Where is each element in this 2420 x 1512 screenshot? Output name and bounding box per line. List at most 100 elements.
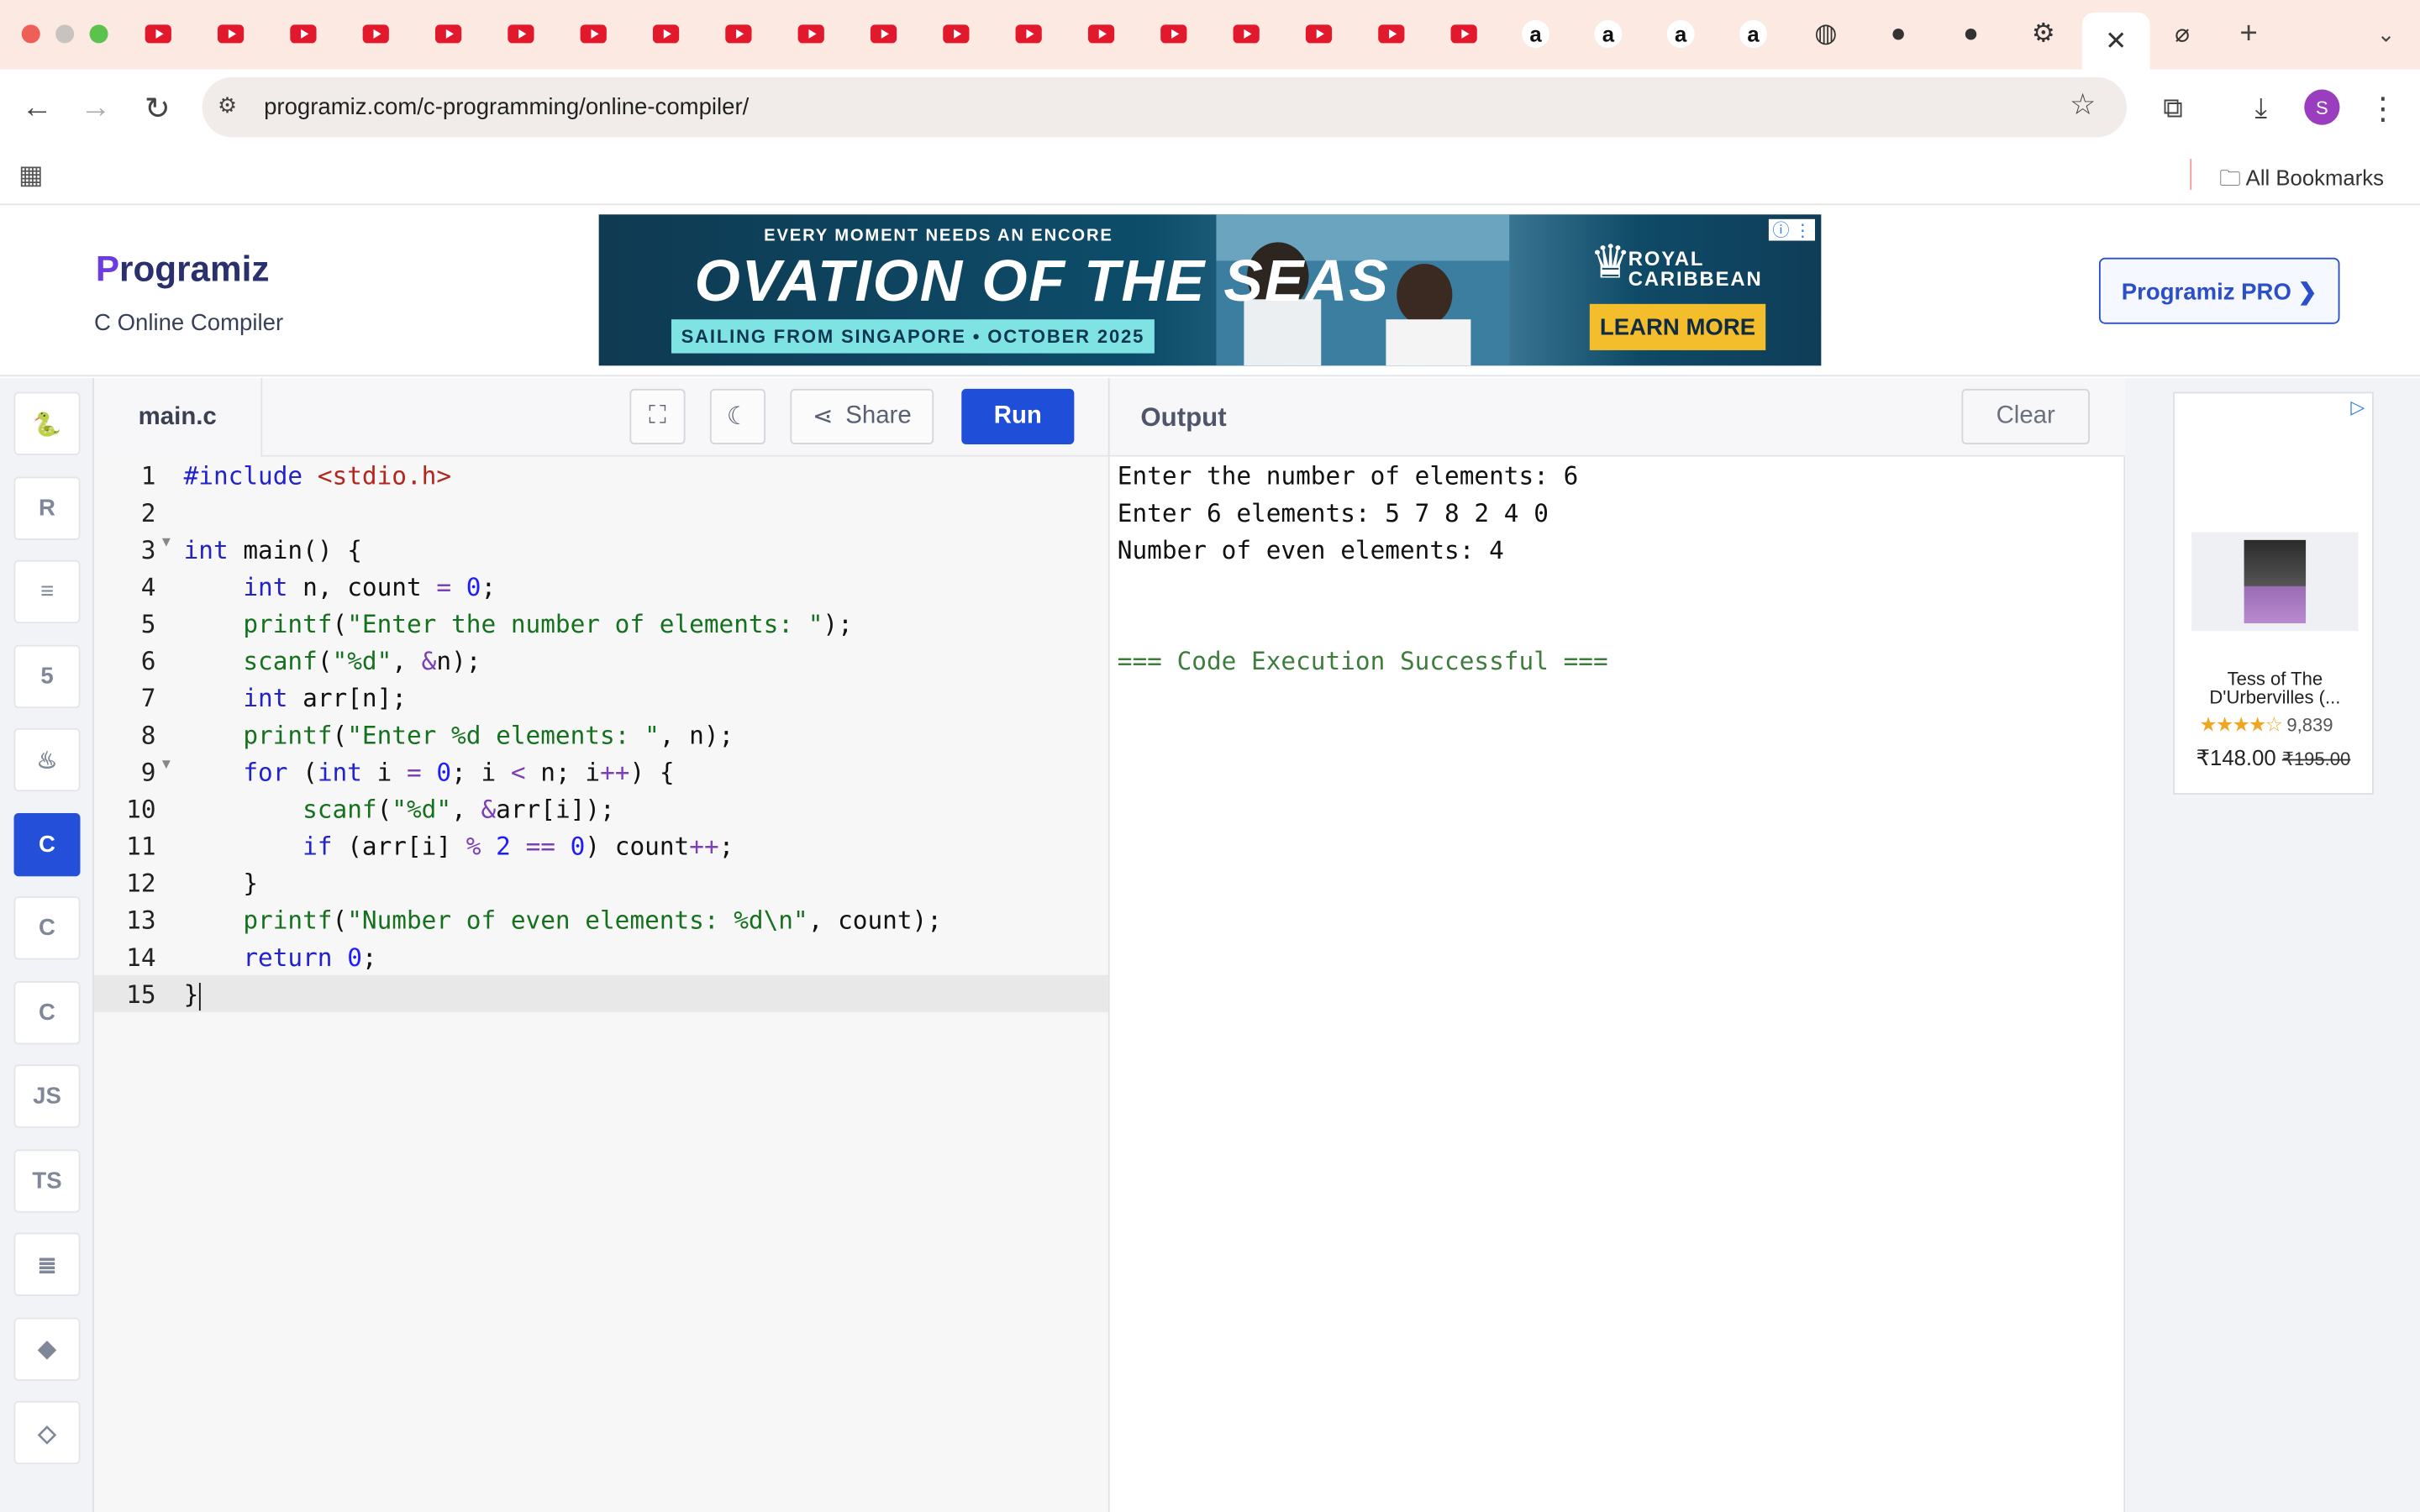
tab-amazon-icon[interactable]: a [1591,17,1625,50]
address-bar[interactable]: ⚙ programiz.com/c-programming/online-com… [202,76,2128,138]
tab-youtube-icon[interactable] [648,17,681,50]
tab-youtube-icon[interactable] [286,17,319,50]
reload-icon[interactable]: ↻ [137,88,177,129]
tab-openai-icon[interactable]: ⚙ [2027,17,2060,50]
code-line[interactable]: 7 int arr[n]; [94,679,1108,716]
download-icon[interactable]: ⤓ [2241,88,2281,129]
dark-mode-icon[interactable]: ☾ [709,388,766,444]
fullscreen-icon[interactable]: ⛶ [629,388,686,444]
tab-youtube-icon[interactable] [358,17,392,50]
language-go-button[interactable]: ≣ [13,1232,81,1296]
tab-youtube-icon[interactable] [576,17,609,50]
language-c-button[interactable]: C [13,812,81,876]
language-swift-button[interactable]: ◆ [13,1316,81,1380]
right-ad-rail: ▷ Tess of The D'Urbervilles (... ★★★★☆ 9… [2125,378,2420,1512]
active-tab[interactable]: ✕ [2081,12,2150,70]
language-r-button[interactable]: R [13,475,81,539]
adchoices-icon[interactable]: ▷ [2350,396,2365,418]
extensions-icon[interactable]: ⧉ [2153,88,2193,129]
language-rust-button[interactable]: ◇ [13,1400,81,1465]
site-info-icon[interactable]: ⚙ [218,92,237,118]
menu-icon[interactable]: ⋮ [2363,88,2403,129]
tab-youtube-icon[interactable] [1301,17,1334,50]
tab-search-icon[interactable]: ⌄ [2369,17,2402,50]
logo-letter: P [95,248,120,289]
ad-banner[interactable]: EVERY MOMENT NEEDS AN ENCORE OVATION OF … [598,214,1822,366]
code-text: printf("Number of even elements: %d\n", … [243,906,942,936]
editor-header: main.c ⛶ ☾ ⋖ Share Run [94,378,1108,457]
tab-youtube-icon[interactable] [140,17,174,50]
code-line[interactable]: 8 printf("Enter %d elements: ", n); [94,716,1108,753]
code-line[interactable]: 6 scanf("%d", &n); [94,642,1108,679]
code-line[interactable]: 15} [94,974,1108,1012]
code-line[interactable]: 3 ▼ int main() { [94,531,1108,568]
language-sql-button[interactable]: ≡ [13,559,81,624]
tab-youtube-icon[interactable] [1374,17,1407,50]
code-line[interactable]: 12 } [94,864,1108,901]
back-icon[interactable]: ← [17,88,57,129]
tab-github-icon[interactable]: ● [1954,17,1987,50]
code-line[interactable]: 4 int n, count = 0; [94,568,1108,605]
language-js-button[interactable]: JS [13,1064,81,1128]
fold-icon[interactable]: ▼ [162,758,171,773]
minimize-window-button[interactable] [55,24,75,44]
apps-grid-icon[interactable]: ▦ [18,160,44,192]
all-bookmarks-folder[interactable]: 🗀 All Bookmarks [2219,162,2384,199]
tab-youtube-icon[interactable] [721,17,755,50]
code-editor[interactable]: 1 #include <stdio.h> 2 3 ▼ int main() {4 int … [94,456,1108,1512]
close-tab-icon[interactable]: ✕ [2105,25,2127,56]
run-button[interactable]: Run [961,388,1075,444]
language-html-button[interactable]: 5 [13,643,81,708]
tab-youtube-icon[interactable] [430,17,464,50]
tab-github-icon[interactable]: ● [1881,17,1915,50]
tab-amazon-icon[interactable]: a [1518,17,1552,50]
code-line[interactable]: 9 ▼ for (int i = 0; i < n; i++) { [94,753,1108,790]
language-cpp-button[interactable]: C [13,896,81,960]
tab-youtube-icon[interactable] [503,17,537,50]
tab-youtube-icon[interactable] [865,17,899,50]
code-line[interactable]: 13 printf("Number of even elements: %d\n… [94,901,1108,938]
tab-ghost-icon[interactable]: ⌀ [2165,17,2199,50]
tab-amazon-icon[interactable]: a [1664,17,1697,50]
code-line[interactable]: 14 return 0; [94,938,1108,975]
language-java-button[interactable]: ♨ [13,727,81,792]
share-label: Share [845,402,912,429]
code-line[interactable]: 2 [94,494,1108,531]
forward-icon[interactable]: → [76,88,116,129]
tab-youtube-icon[interactable] [1156,17,1190,50]
code-line[interactable]: 1 #include <stdio.h> [94,457,1108,494]
tab-amazon-icon[interactable]: a [1736,17,1770,50]
ad-subtitle: SAILING FROM SINGAPORE • OCTOBER 2025 [671,319,1155,354]
fold-icon[interactable]: ▼ [162,535,171,550]
book-ad[interactable]: ▷ Tess of The D'Urbervilles (... ★★★★☆ 9… [2173,391,2374,795]
bookmark-star-icon[interactable]: ☆ [2070,88,2096,123]
language-python-button[interactable]: 🐍 [13,391,81,455]
tab-youtube-icon[interactable] [1083,17,1117,50]
close-window-button[interactable] [21,24,40,44]
code-line[interactable]: 10 scanf("%d", &arr[i]); [94,790,1108,827]
output-console[interactable]: Enter the number of elements: 6 Enter 6 e… [1107,456,2126,1512]
programiz-pro-button[interactable]: Programiz PRO ❯ [2098,257,2340,324]
programiz-logo[interactable]: Programiz [96,249,270,291]
url-text[interactable]: programiz.com/c-programming/online-compi… [264,94,749,120]
share-icon: ⋖ [812,404,834,431]
ad-learn-more-button[interactable]: LEARN MORE [1589,303,1766,350]
code-line[interactable]: 11 if (arr[i] % 2 == 0) count++; [94,827,1108,864]
tab-youtube-icon[interactable] [939,17,972,50]
tab-youtube-icon[interactable] [213,17,246,50]
tab-youtube-icon[interactable] [1011,17,1044,50]
tab-youtube-icon[interactable] [1228,17,1262,50]
language-ts-button[interactable]: TS [13,1148,81,1212]
code-line[interactable]: 5 printf("Enter the number of elements: … [94,605,1108,642]
language-csharp-button[interactable]: C [13,980,81,1044]
tab-youtube-icon[interactable] [793,17,827,50]
maximize-window-button[interactable] [89,24,108,44]
file-tab[interactable]: main.c [94,378,263,457]
tab-globe-icon[interactable]: ◍ [1809,17,1843,50]
share-button[interactable]: ⋖ Share [790,388,934,444]
clear-button[interactable]: Clear [1961,388,2090,444]
profile-avatar[interactable]: S [2304,89,2340,125]
tab-youtube-icon[interactable] [1446,17,1480,50]
new-tab-button[interactable]: + [2232,16,2265,50]
ad-info-icon[interactable]: ⓘ ⋮ [1768,218,1816,241]
